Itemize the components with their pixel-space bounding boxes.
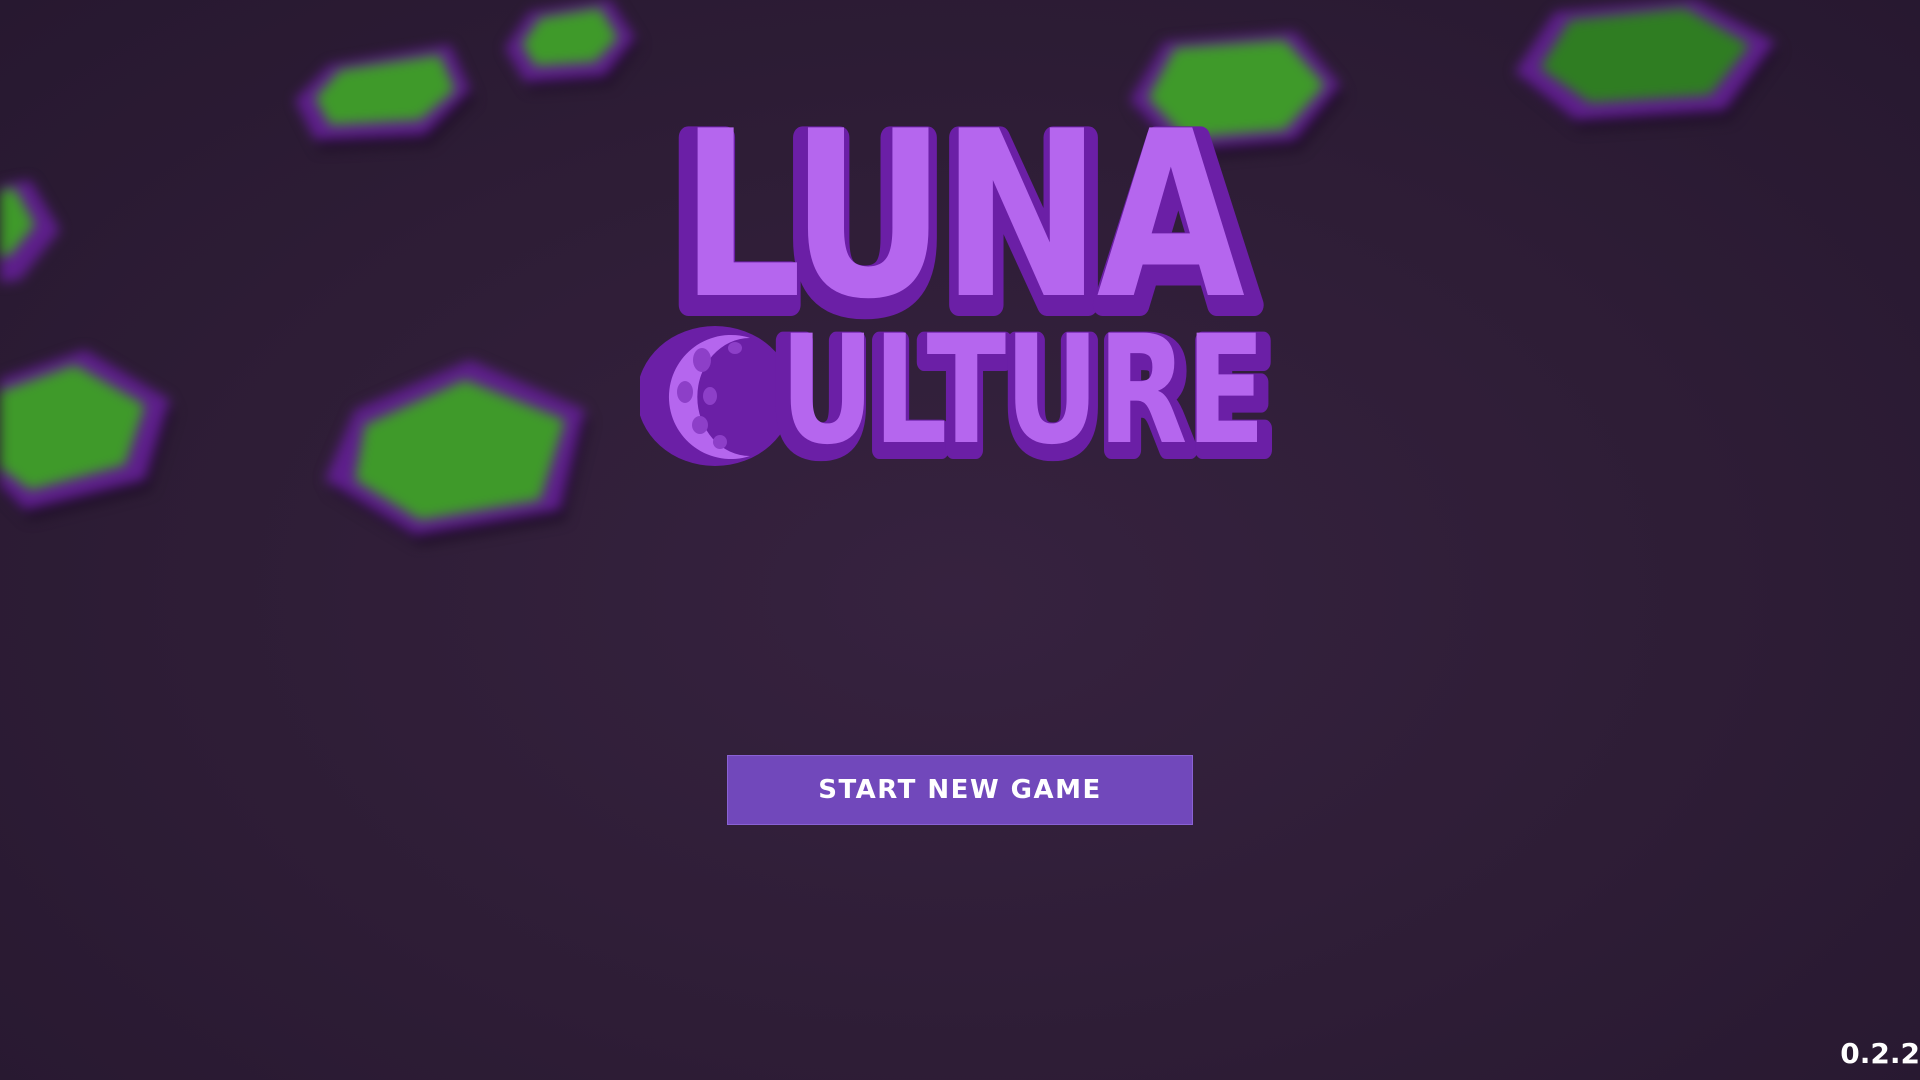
hex-tile: [0, 180, 60, 283]
hex-tile: [505, 0, 640, 90]
hex-tile: [0, 350, 175, 520]
game-logo: LUNA LUNA ULTURE ULTURE: [640, 100, 1280, 480]
hex-tile: [1515, 0, 1780, 130]
title-screen: LUNA LUNA ULTURE ULTURE START NEW GAME 0…: [0, 0, 1920, 1080]
crescent-moon-icon: [640, 326, 793, 466]
logo-line2: ULTURE: [780, 304, 1264, 478]
hex-tile: [325, 360, 590, 545]
start-new-game-label: START NEW GAME: [818, 775, 1102, 805]
hex-tile: [295, 45, 475, 150]
start-new-game-button[interactable]: START NEW GAME: [727, 755, 1193, 825]
version-label: 0.2.2: [1840, 1037, 1920, 1070]
